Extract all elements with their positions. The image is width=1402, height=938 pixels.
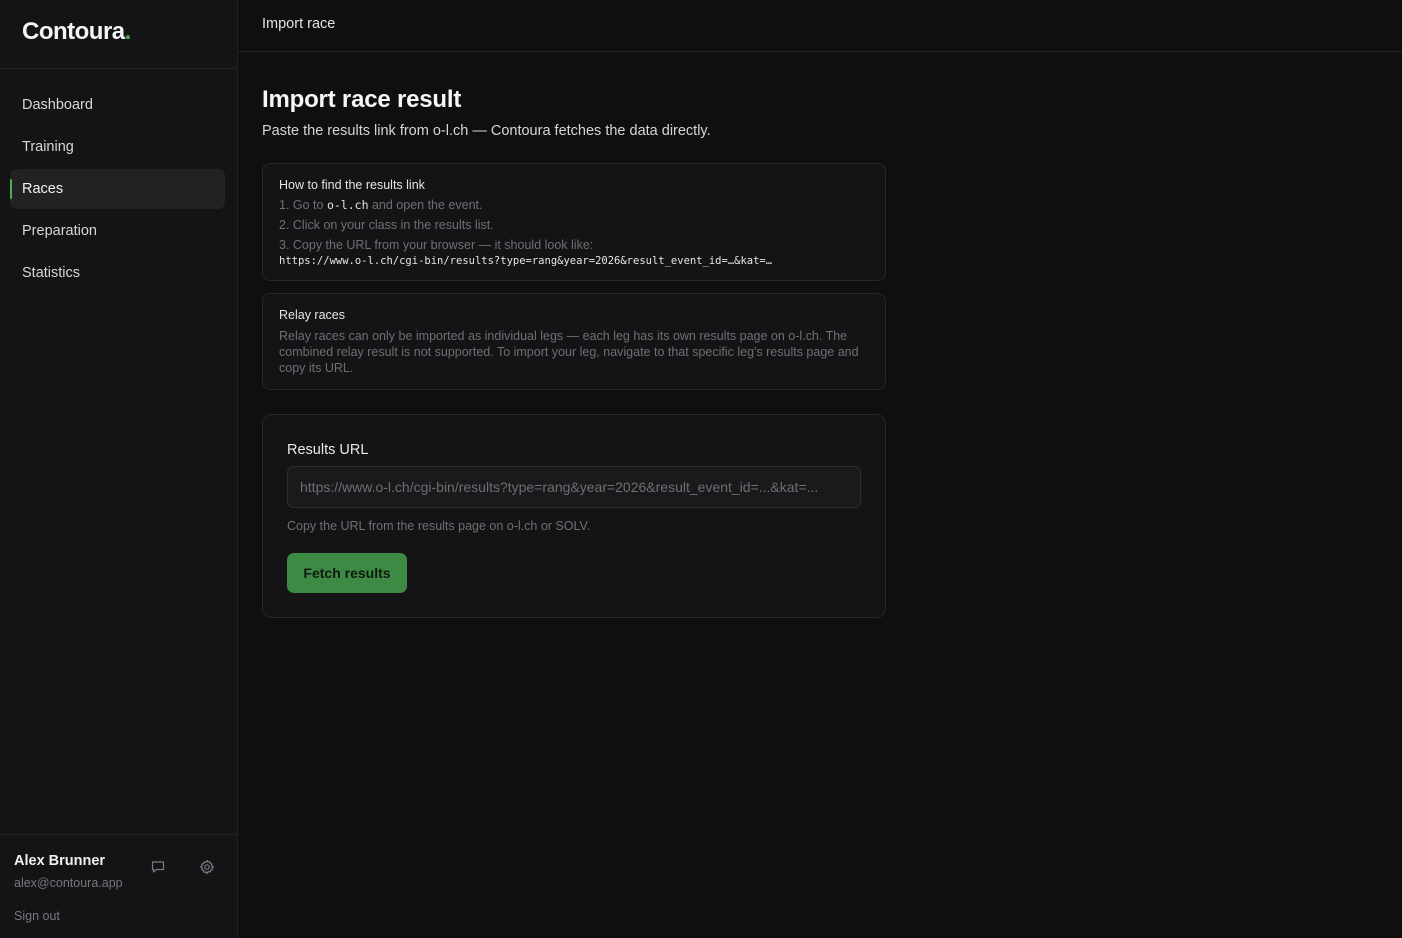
chat-icon[interactable]	[150, 859, 167, 876]
content: Import race result Paste the results lin…	[238, 52, 886, 618]
sidebar-item-label: Statistics	[22, 265, 81, 281]
page-title: Import race result	[262, 86, 462, 113]
example-url: https://www.o-l.ch/cgi-bin/results?type=…	[279, 255, 773, 267]
relay-text: Relay races can only be imported as indi…	[279, 329, 859, 375]
fetch-results-button[interactable]: Fetch results	[287, 553, 407, 593]
sidebar-item-label: Races	[22, 181, 64, 197]
topbar: Import race	[238, 0, 1402, 52]
how-to-step-2: 2. Click on your class in the results li…	[279, 218, 494, 232]
sidebar-item-label: Preparation	[22, 223, 97, 239]
sign-out-link[interactable]: Sign out	[14, 909, 223, 923]
sidebar-item-label: Training	[22, 139, 74, 155]
sidebar-item-dashboard[interactable]: Dashboard	[10, 85, 225, 125]
brand-dot: .	[124, 18, 132, 45]
results-url-label: Results URL	[287, 442, 369, 458]
brand-name: Contoura	[22, 18, 125, 45]
import-form-card: Results URL Copy the URL from the result…	[262, 414, 886, 618]
sidebar-item-preparation[interactable]: Preparation	[10, 211, 225, 251]
how-to-title: How to find the results link	[279, 178, 425, 192]
user-email: alex@contoura.app	[14, 876, 123, 890]
gear-icon[interactable]	[199, 859, 216, 876]
how-to-step-3: 3. Copy the URL from your browser — it s…	[279, 238, 594, 252]
results-url-input[interactable]	[287, 466, 861, 508]
page-subtitle: Paste the results link from o-l.ch — Con…	[262, 123, 711, 139]
how-to-box: How to find the results link 1. Go to o-…	[262, 163, 886, 281]
user-actions	[150, 859, 216, 876]
user-panel: Alex Brunner alex@contoura.app Sign out	[0, 834, 237, 938]
sidebar-item-label: Dashboard	[22, 97, 93, 113]
relay-title: Relay races	[279, 308, 345, 322]
results-url-hint: Copy the URL from the results page on o-…	[287, 519, 591, 533]
sidebar-item-races[interactable]: Races	[10, 169, 225, 209]
main-area: Import race Import race result Paste the…	[238, 0, 1402, 938]
sidebar: Contoura. Dashboard Training Races Prepa…	[0, 0, 238, 938]
sidebar-nav: Dashboard Training Races Preparation Sta…	[0, 69, 237, 293]
topbar-title: Import race	[262, 16, 336, 32]
step-1-suffix: and open the event.	[368, 198, 483, 212]
how-to-step-1: 1. Go to o-l.ch and open the event.	[279, 198, 869, 212]
step-1-prefix: 1. Go to	[279, 198, 327, 212]
app-root: Contoura. Dashboard Training Races Prepa…	[0, 0, 1402, 938]
brand-logo[interactable]: Contoura.	[0, 0, 237, 69]
relay-box: Relay races Relay races can only be impo…	[262, 293, 886, 390]
sidebar-item-statistics[interactable]: Statistics	[10, 253, 225, 293]
step-1-domain: o-l.ch	[326, 198, 369, 212]
sidebar-item-training[interactable]: Training	[10, 127, 225, 167]
